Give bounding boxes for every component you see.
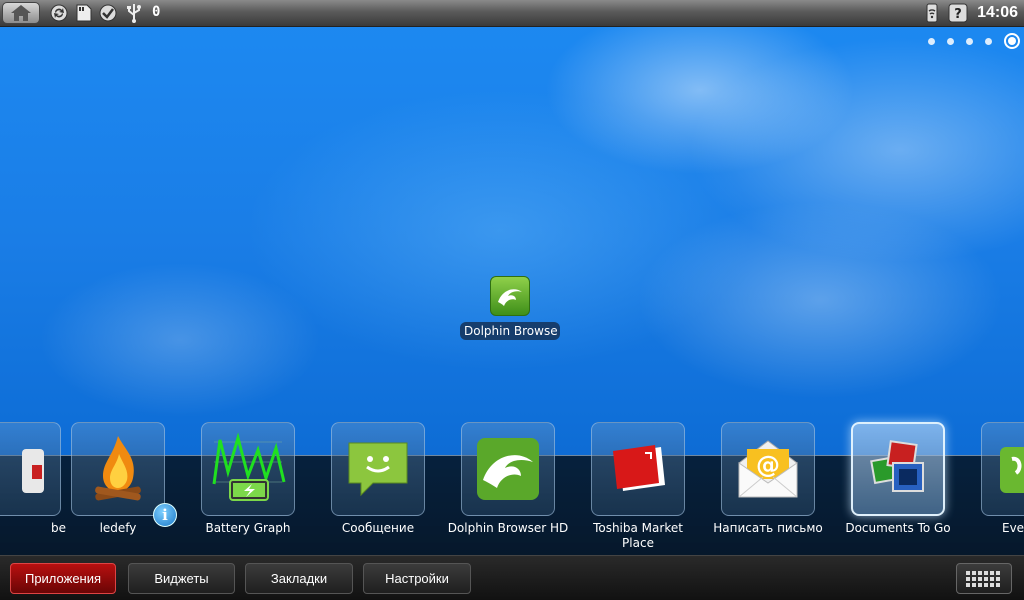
- info-icon[interactable]: i: [153, 503, 177, 527]
- page-dot[interactable]: [947, 37, 954, 45]
- app-tile: [0, 422, 61, 516]
- documents-icon: [870, 440, 924, 492]
- app-label: Сообщение: [341, 521, 415, 535]
- tab-settings[interactable]: Настройки: [363, 563, 471, 594]
- shortcut-label: Dolphin Browse: [460, 322, 560, 340]
- tab-widgets[interactable]: Виджеты: [128, 563, 235, 594]
- app-tile: [201, 422, 295, 516]
- app-label: Documents To Go: [845, 521, 951, 535]
- svg-text:?: ?: [954, 7, 962, 22]
- page-dot[interactable]: [928, 37, 935, 45]
- desktop-shortcut-dolphin[interactable]: Dolphin Browse: [460, 276, 560, 344]
- page-dot[interactable]: [966, 37, 973, 45]
- grid-icon: [966, 570, 1000, 587]
- app-tile: [71, 422, 165, 516]
- app-label: Eve: [1002, 521, 1024, 535]
- page-indicator: [928, 33, 1020, 49]
- dock-app-documents-to-go[interactable]: Documents To Go: [836, 422, 960, 536]
- dolphin-icon: [477, 438, 539, 500]
- clock: 14:06: [977, 4, 1018, 21]
- sd-card-icon: [74, 3, 94, 23]
- dock-app-toshiba-market[interactable]: Toshiba Market Place: [576, 422, 700, 551]
- app-label: Написать письмо: [713, 521, 823, 535]
- notification-count: 0: [152, 4, 161, 20]
- app-tile: [461, 422, 555, 516]
- app-label: Toshiba Market Place: [593, 521, 683, 550]
- check-icon: [98, 3, 118, 23]
- dock-app-partial-right[interactable]: Eve: [966, 422, 1024, 536]
- status-bar: 0 ? 14:06: [0, 0, 1024, 27]
- home-icon: [11, 5, 31, 21]
- app-tile: @: [721, 422, 815, 516]
- home-button[interactable]: [2, 2, 40, 24]
- email-icon: @: [738, 440, 798, 498]
- market-icon: [613, 445, 665, 491]
- tab-apps[interactable]: Приложения: [10, 563, 116, 594]
- dock-app-battery-graph[interactable]: Battery Graph: [186, 422, 310, 536]
- bottom-tab-bar: Приложения Виджеты Закладки Настройки: [0, 555, 1024, 600]
- all-apps-button[interactable]: [956, 563, 1012, 594]
- app-tile: [851, 422, 945, 516]
- partial-app-icon: [1000, 447, 1024, 493]
- dock-app-email[interactable]: @ Написать письмо: [706, 422, 830, 536]
- tab-bookmarks[interactable]: Закладки: [245, 563, 353, 594]
- usb-icon: [124, 3, 144, 23]
- dock-app-dolphin-hd[interactable]: Dolphin Browser HD: [446, 422, 570, 536]
- wifi-icon: [922, 3, 942, 23]
- battery-graph-icon: [212, 432, 286, 501]
- message-icon: [348, 442, 408, 497]
- page-dot-active[interactable]: [1004, 33, 1020, 49]
- dock-app-messages[interactable]: Сообщение: [316, 422, 440, 536]
- app-label: Dolphin Browser HD: [447, 521, 569, 535]
- dolphin-icon: [490, 276, 530, 316]
- page-dot[interactable]: [985, 37, 992, 45]
- svg-text:@: @: [756, 451, 780, 479]
- campfire-icon: [95, 436, 141, 501]
- partial-app-icon: [22, 449, 44, 493]
- sync-icon: [49, 3, 69, 23]
- app-tile: [591, 422, 685, 516]
- app-tile: [331, 422, 425, 516]
- app-tile: [981, 422, 1024, 516]
- help-icon: ?: [948, 3, 968, 23]
- app-label: Battery Graph: [205, 521, 291, 535]
